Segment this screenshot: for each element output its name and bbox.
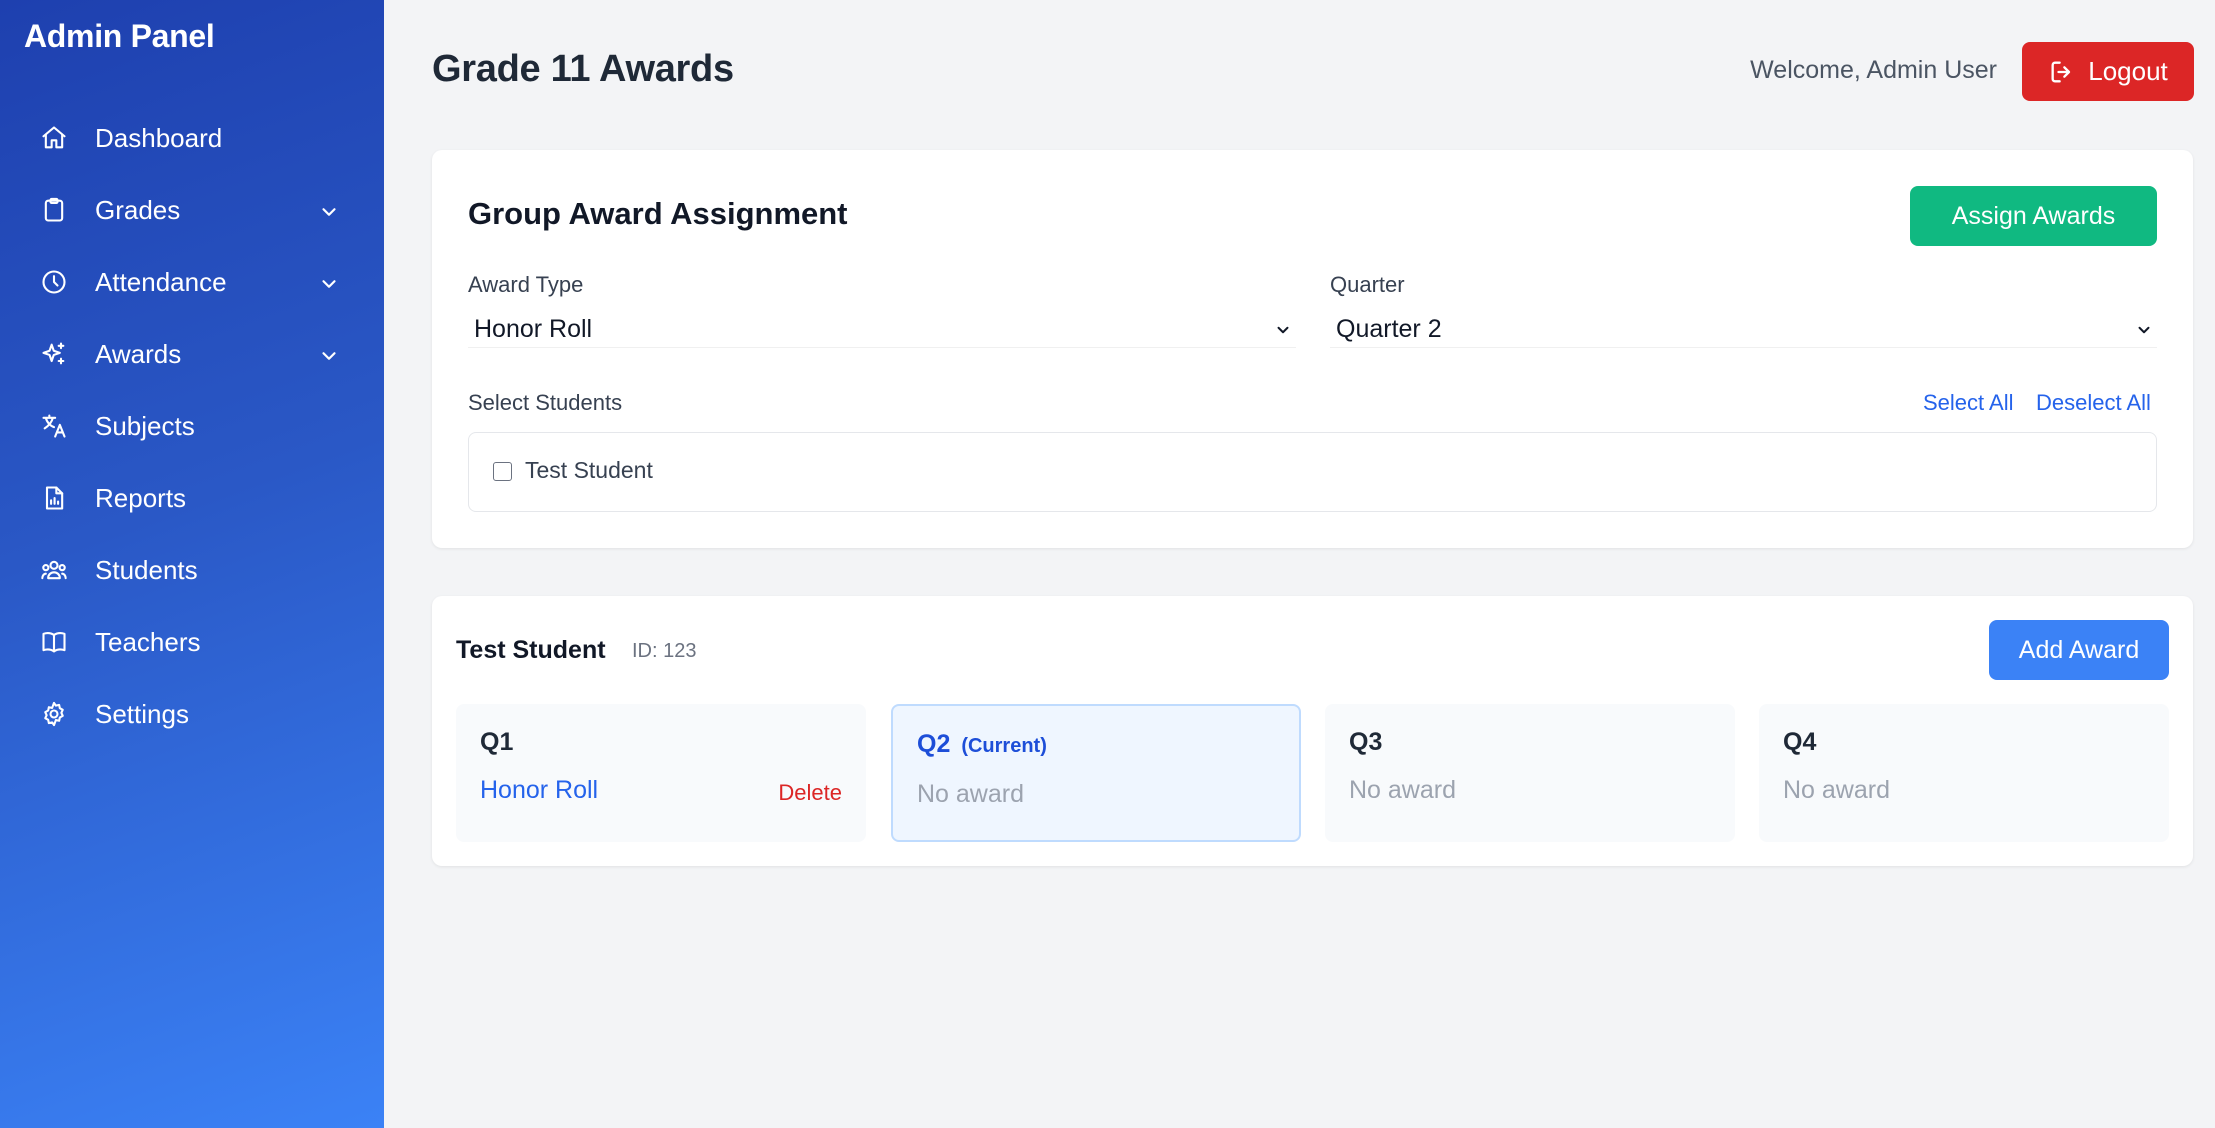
welcome-text: Welcome, Admin User	[1750, 56, 1997, 84]
quarter-award: Honor Roll	[480, 776, 599, 804]
delete-award-button[interactable]: Delete	[778, 780, 842, 806]
select-students-label: Select Students	[468, 390, 623, 415]
sidebar-item-teachers[interactable]: Teachers	[32, 606, 352, 678]
quarter-box-q4: Q4 No award	[1759, 704, 2169, 842]
sidebar: Admin Panel Dashboard Grades Attendance	[0, 0, 384, 1128]
sidebar-item-label: Awards	[95, 338, 182, 369]
sidebar-item-label: Attendance	[95, 266, 227, 297]
quarter-title: Q1	[480, 728, 514, 756]
quarter-title: Q4	[1783, 728, 1817, 756]
sidebar-item-subjects[interactable]: Subjects	[32, 390, 352, 462]
gear-icon	[32, 692, 76, 736]
quarter-box-q3: Q3 No award	[1325, 704, 1735, 842]
quarter-empty-text: No award	[1783, 776, 1890, 804]
student-id: ID: 123	[632, 640, 697, 662]
quarter-empty-text: No award	[917, 780, 1024, 808]
sparkles-icon	[32, 332, 76, 376]
brand-title: Admin Panel	[24, 18, 215, 54]
users-icon	[32, 548, 76, 592]
sidebar-item-attendance[interactable]: Attendance	[32, 246, 352, 318]
quarter-value: Quarter 2	[1336, 315, 1442, 343]
student-checkbox-label[interactable]: Test Student	[525, 457, 653, 484]
logout-label: Logout	[2088, 56, 2168, 86]
assign-awards-button[interactable]: Assign Awards	[1910, 186, 2157, 246]
logout-icon	[2051, 61, 2071, 83]
sidebar-nav: Dashboard Grades Attendance Awards Subje…	[32, 102, 352, 750]
quarter-box-q2: Q2 (Current) No award	[891, 704, 1301, 842]
quarter-title: Q3	[1349, 728, 1383, 756]
quarter-title: Q2 (Current)	[917, 730, 1047, 759]
logout-button[interactable]: Logout	[2022, 42, 2194, 101]
quarter-empty-text: No award	[1349, 776, 1456, 804]
sidebar-item-label: Settings	[95, 698, 189, 729]
chevron-down-icon	[1277, 326, 1289, 333]
add-award-button[interactable]: Add Award	[1989, 620, 2169, 680]
chevron-down-icon[interactable]	[318, 271, 340, 293]
student-name: Test Student	[456, 636, 606, 664]
quarter-select[interactable]: Quarter 2	[1330, 312, 2157, 348]
book-icon	[32, 620, 76, 664]
current-quarter-tag: (Current)	[961, 735, 1047, 757]
sidebar-item-label: Subjects	[95, 410, 195, 441]
translate-icon	[32, 404, 76, 448]
student-checkbox[interactable]	[493, 462, 512, 481]
award-type-value: Honor Roll	[474, 315, 593, 343]
sidebar-item-label: Reports	[95, 482, 187, 513]
sidebar-item-settings[interactable]: Settings	[32, 678, 352, 750]
sidebar-item-students[interactable]: Students	[32, 534, 352, 606]
award-type-label: Award Type	[468, 272, 584, 297]
deselect-all-link[interactable]: Deselect All	[2036, 390, 2151, 416]
sidebar-item-awards[interactable]: Awards	[32, 318, 352, 390]
sidebar-item-grades[interactable]: Grades	[32, 174, 352, 246]
quarter-label: Quarter	[1330, 272, 1405, 297]
award-type-select[interactable]: Honor Roll	[468, 312, 1296, 348]
sidebar-item-label: Dashboard	[95, 122, 223, 153]
chevron-down-icon[interactable]	[318, 343, 340, 365]
sidebar-item-reports[interactable]: Reports	[32, 462, 352, 534]
sidebar-item-dashboard[interactable]: Dashboard	[32, 102, 352, 174]
clock-icon	[32, 260, 76, 304]
student-select-list: Test Student	[468, 432, 2157, 512]
report-icon	[32, 476, 76, 520]
select-all-link[interactable]: Select All	[1923, 390, 2014, 416]
group-award-title: Group Award Assignment	[468, 196, 848, 231]
chevron-down-icon	[2138, 326, 2150, 333]
sidebar-item-label: Grades	[95, 194, 181, 225]
clipboard-icon	[32, 188, 76, 232]
home-icon	[32, 116, 76, 160]
chevron-down-icon[interactable]	[318, 199, 340, 221]
page-title: Grade 11 Awards	[432, 48, 734, 90]
student-awards-card: Test Student ID: 123 Add Award Q1 Honor …	[432, 596, 2193, 866]
quarter-label: Q2	[917, 730, 951, 758]
group-award-card: Group Award Assignment Assign Awards Awa…	[432, 150, 2193, 548]
sidebar-item-label: Students	[95, 554, 198, 585]
quarter-box-q1: Q1 Honor Roll Delete	[456, 704, 866, 842]
sidebar-item-label: Teachers	[95, 626, 201, 657]
